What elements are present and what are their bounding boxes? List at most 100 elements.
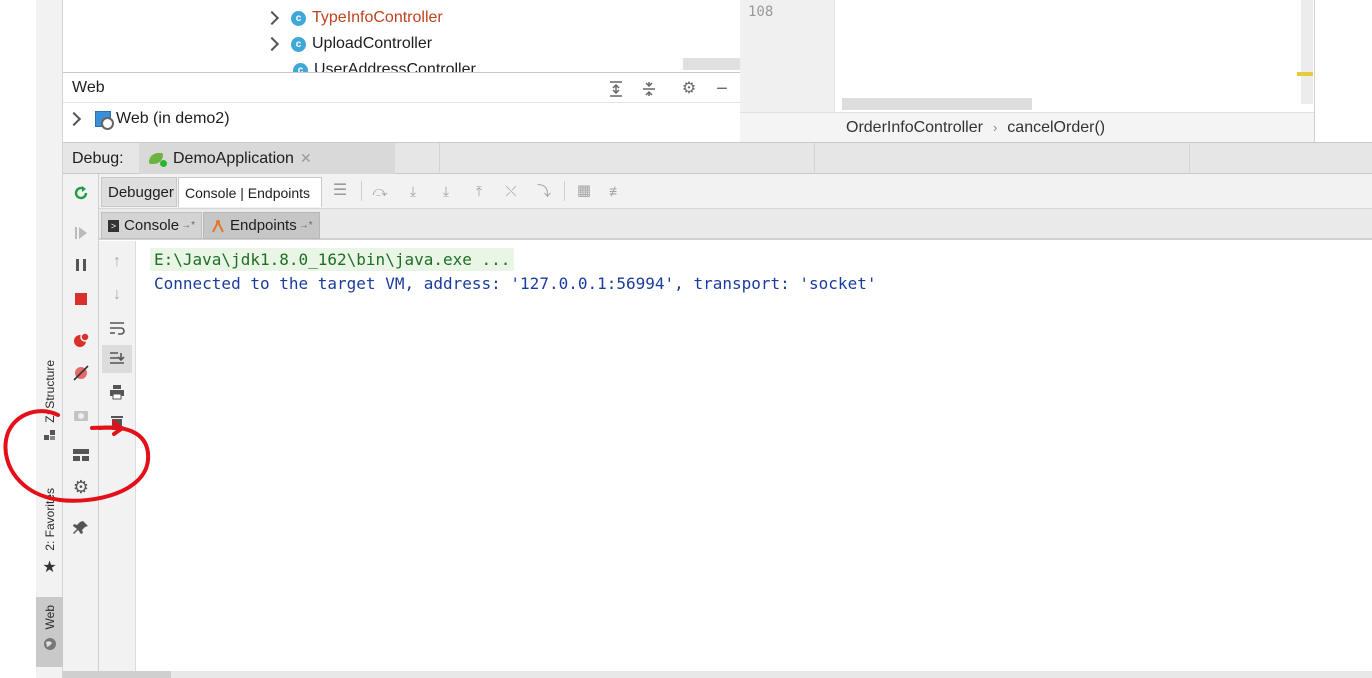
web-tool-tab[interactable]: Web: [36, 597, 63, 667]
close-icon[interactable]: ✕: [300, 150, 312, 167]
header-divider: [814, 143, 815, 174]
breadcrumb-method[interactable]: cancelOrder(): [1007, 119, 1105, 137]
rerun-icon[interactable]: [72, 184, 90, 202]
structure-tab-label: Z: Structure: [42, 360, 57, 423]
mute-breakpoints-icon[interactable]: [72, 364, 90, 382]
show-execution-point-icon[interactable]: ⤼: [372, 183, 388, 199]
tree-item[interactable]: c TypeInfoController: [264, 5, 443, 31]
step-out-icon[interactable]: ⤒: [471, 183, 487, 199]
editor-vertical-scrollbar[interactable]: [1301, 0, 1313, 104]
down-arrow-icon[interactable]: ↓: [108, 286, 126, 304]
debug-subtabs-bar: Debugger Console | Endpoints ☰ ⤼ ⤓ ⤓ ⤒ ⤬…: [99, 174, 1372, 209]
gear-icon[interactable]: ⚙: [680, 80, 698, 98]
header-divider: [1189, 143, 1190, 174]
clear-all-icon[interactable]: [108, 414, 126, 432]
pin-icon[interactable]: →*: [181, 220, 195, 231]
toolbar-divider: [361, 181, 362, 201]
tab-console-endpoints[interactable]: Console | Endpoints: [178, 177, 322, 207]
tree-item-label: TypeInfoController: [312, 9, 443, 26]
class-icon: c: [291, 10, 306, 26]
debug-left-toolbar: ⚙: [63, 174, 99, 678]
chevron-right-icon[interactable]: [264, 10, 280, 26]
debug-label: Debug:: [72, 150, 124, 167]
tree-item-label: UserAddressController: [314, 61, 476, 72]
spring-boot-icon: [149, 151, 167, 167]
structure-tool-tab[interactable]: Z: Structure: [36, 360, 63, 460]
trace-icon[interactable]: ≢: [608, 183, 624, 199]
web-row-label: Web (in demo2): [116, 110, 230, 127]
window-left-margin: [0, 0, 36, 678]
breadcrumb-separator-icon: ›: [992, 120, 998, 135]
run-config-tab[interactable]: DemoApplication ✕: [139, 143, 395, 174]
web-panel-title: Web: [72, 78, 105, 96]
console-tabs-bar: > Console →* Endpoints →*: [99, 209, 1372, 240]
collapse-all-icon[interactable]: [640, 80, 658, 98]
globe-icon: [43, 638, 56, 651]
right-panel: [1314, 0, 1372, 142]
chevron-right-icon[interactable]: [264, 36, 280, 52]
tab-console-endpoints-label: Console | Endpoints: [185, 184, 311, 201]
bottom-scroll-track: [63, 671, 1372, 678]
soft-wrap-icon[interactable]: [108, 319, 126, 337]
step-into-icon[interactable]: ⤓: [438, 183, 454, 199]
chevron-right-icon[interactable]: [66, 111, 82, 127]
tab-debugger[interactable]: Debugger: [101, 177, 177, 207]
tree-item-label: UploadController: [312, 35, 433, 52]
console-connected-line[interactable]: Connected to the target VM, address: '12…: [154, 274, 876, 293]
console-output[interactable]: E:\Java\jdk1.8.0_162\bin\java.exe ... Co…: [136, 241, 1372, 678]
pin-icon[interactable]: →*: [299, 220, 313, 231]
breadcrumb-class[interactable]: OrderInfoController: [846, 119, 983, 137]
tab-debugger-label: Debugger: [108, 183, 174, 201]
resume-icon[interactable]: [72, 224, 90, 242]
warning-marker[interactable]: [1297, 72, 1313, 76]
print-icon[interactable]: [108, 383, 126, 401]
code-editor[interactable]: [834, 0, 1314, 112]
tree-item[interactable]: c UploadController: [264, 31, 433, 57]
up-arrow-icon[interactable]: ↑: [108, 253, 126, 271]
tab-endpoints-label: Endpoints: [230, 217, 297, 234]
header-divider: [439, 143, 440, 174]
endpoints-icon: [212, 219, 224, 232]
structure-icon: [43, 429, 55, 440]
gear-icon[interactable]: ⚙: [72, 477, 90, 497]
left-tool-stripe: Z: Structure 2: Favorites ★ Web: [36, 0, 63, 678]
menu-icon[interactable]: ☰: [332, 183, 348, 199]
web-tree-row[interactable]: Web (in demo2): [63, 104, 740, 134]
drop-frame-icon[interactable]: ⤬: [503, 183, 519, 199]
web-tab-label: Web: [42, 605, 57, 630]
favorites-tool-tab[interactable]: 2: Favorites ★: [36, 488, 63, 588]
debug-tool-header: Debug: DemoApplication ✕: [63, 142, 1372, 174]
console-side-toolbar: ↑ ↓: [99, 241, 136, 678]
star-icon: ★: [42, 558, 57, 576]
camera-icon[interactable]: [72, 406, 90, 424]
minimize-icon[interactable]: −: [713, 79, 731, 99]
run-config-label: DemoApplication: [173, 149, 294, 167]
tree-scrollbar[interactable]: [683, 58, 740, 70]
class-icon: c: [291, 36, 306, 52]
web-panel-header: Web ⚙ −: [63, 72, 740, 103]
class-icon: c: [293, 62, 308, 72]
tree-item[interactable]: c UserAddressController: [293, 57, 476, 72]
view-breakpoints-icon[interactable]: [72, 331, 90, 349]
toolbar-divider: [564, 181, 565, 201]
restore-layout-icon[interactable]: [72, 446, 90, 464]
expand-all-icon[interactable]: [607, 80, 625, 98]
evaluate-expression-icon[interactable]: ▦: [576, 183, 592, 199]
scroll-to-end-icon[interactable]: [108, 350, 126, 368]
step-over-icon[interactable]: ⤓: [405, 183, 421, 199]
pin-icon[interactable]: [72, 519, 90, 537]
tab-console-label: Console: [124, 217, 180, 234]
console-command-line[interactable]: E:\Java\jdk1.8.0_162\bin\java.exe ...: [150, 248, 515, 271]
web-module-icon: [95, 111, 114, 130]
favorites-tab-label: 2: Favorites: [42, 488, 57, 551]
bottom-scrollbar[interactable]: [63, 671, 171, 678]
tab-endpoints[interactable]: Endpoints →*: [203, 212, 320, 239]
tab-console[interactable]: > Console →*: [101, 212, 202, 239]
breadcrumb: OrderInfoController › cancelOrder(): [740, 112, 1314, 142]
line-number: 108: [748, 4, 774, 20]
editor-horizontal-scrollbar[interactable]: [842, 98, 1032, 110]
pause-icon[interactable]: [72, 256, 90, 274]
console-icon: >: [108, 219, 120, 232]
stop-icon[interactable]: [72, 290, 90, 308]
run-to-cursor-icon[interactable]: ⤵: [536, 183, 552, 199]
